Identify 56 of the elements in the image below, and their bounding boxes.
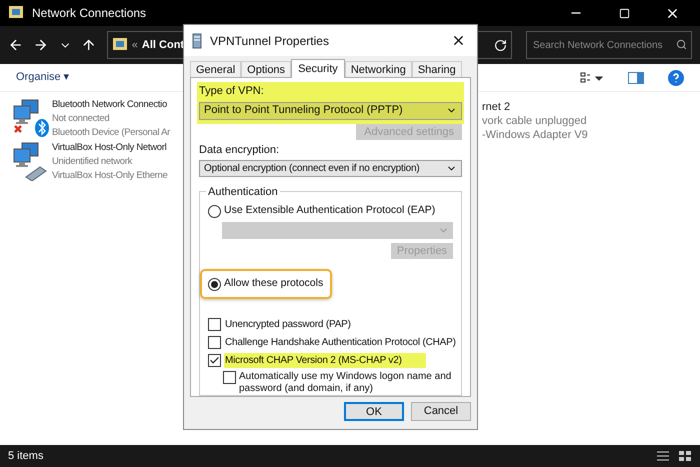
refresh-icon[interactable] — [494, 38, 507, 52]
tab[interactable]: General — [190, 61, 242, 77]
tab[interactable]: Networking — [344, 61, 412, 77]
field-label: Type of VPN: — [199, 84, 265, 99]
forward-icon[interactable] — [33, 37, 49, 53]
details-view-icon[interactable] — [656, 450, 670, 462]
radio-button[interactable] — [208, 204, 221, 218]
tab[interactable]: Sharing — [412, 61, 462, 77]
connection-device: -Windows Adapter V9 — [482, 128, 588, 142]
back-icon[interactable] — [8, 37, 24, 53]
large-icons-view-icon[interactable] — [678, 450, 692, 462]
connection-name: rnet 2 — [482, 100, 512, 114]
checkbox[interactable] — [223, 371, 236, 384]
radio-button[interactable] — [208, 278, 221, 290]
checkbox-label: Microsoft CHAP Version 2 (MS-CHAP v2) — [224, 353, 426, 368]
field-label: Data encryption: — [199, 142, 280, 158]
connection-status: Unidentified network — [52, 155, 134, 169]
view-options-icon[interactable] — [580, 72, 604, 84]
organise-button[interactable]: Organise ▾ — [16, 69, 70, 86]
network-bluetooth-icon — [12, 98, 50, 138]
network-folder-icon — [8, 5, 24, 21]
connection-status: Not connected — [52, 112, 110, 126]
checkbox[interactable] — [208, 354, 221, 367]
window-title: Network Connections — [32, 5, 146, 22]
item-count: 5 items — [8, 448, 44, 464]
breadcrumb-separator: « — [132, 38, 138, 53]
dialog-title: VPNTunnel Properties — [210, 32, 329, 50]
checkbox-label: Automatically use my Windows logon name and password (and domain, if any) — [239, 371, 452, 395]
connection-name: Bluetooth Network Connectio — [52, 98, 168, 112]
checkbox[interactable] — [208, 318, 221, 331]
connection-item[interactable]: VirtualBox Host-Only Networl Unidentified network VirtualBox Host-Only Etherne — [12, 141, 180, 183]
connection-status: vork cable unplugged — [482, 114, 588, 128]
checkbox-label: Unencrypted password (PAP) — [224, 318, 351, 332]
maximize-icon — [618, 8, 630, 18]
search-icon — [676, 39, 687, 50]
tab[interactable]: Security — [291, 59, 345, 78]
help-icon[interactable] — [668, 70, 684, 86]
breadcrumb[interactable]: All Cont — [142, 36, 184, 54]
checkbox-label: Challenge Handshake Authentication Protocol (CHAP) — [224, 336, 456, 350]
dialog-button[interactable]: Cancel — [411, 402, 471, 421]
checkbox[interactable] — [208, 336, 221, 349]
radio-label: Allow these protocols — [224, 276, 324, 292]
connection-device: VirtualBox Host-Only Etherne — [52, 169, 169, 183]
up-icon[interactable] — [81, 37, 97, 53]
dialog-button[interactable]: OK — [344, 402, 404, 421]
connection-item[interactable]: Bluetooth Network Connectio Not connected Bluetooth Device (Personal Ar — [12, 98, 180, 140]
encryption-dropdown[interactable]: Optional encryption (connect even if no encryption) — [199, 160, 462, 178]
network-folder-icon — [112, 37, 128, 53]
radio-label: Use Extensible Authentication Protocol (EAP) — [224, 203, 436, 218]
vpn-connection-icon — [192, 32, 202, 48]
connection-device: Bluetooth Device (Personal Ar — [52, 126, 172, 140]
search-field[interactable]: Search Network Connections — [526, 31, 692, 59]
preview-pane-icon[interactable] — [628, 72, 644, 84]
vpn-type-dropdown[interactable]: Point to Point Tunneling Protocol (PPTP) — [199, 102, 462, 120]
tab[interactable]: Options — [241, 61, 292, 77]
connection-name: VirtualBox Host-Only Networl — [52, 141, 168, 155]
